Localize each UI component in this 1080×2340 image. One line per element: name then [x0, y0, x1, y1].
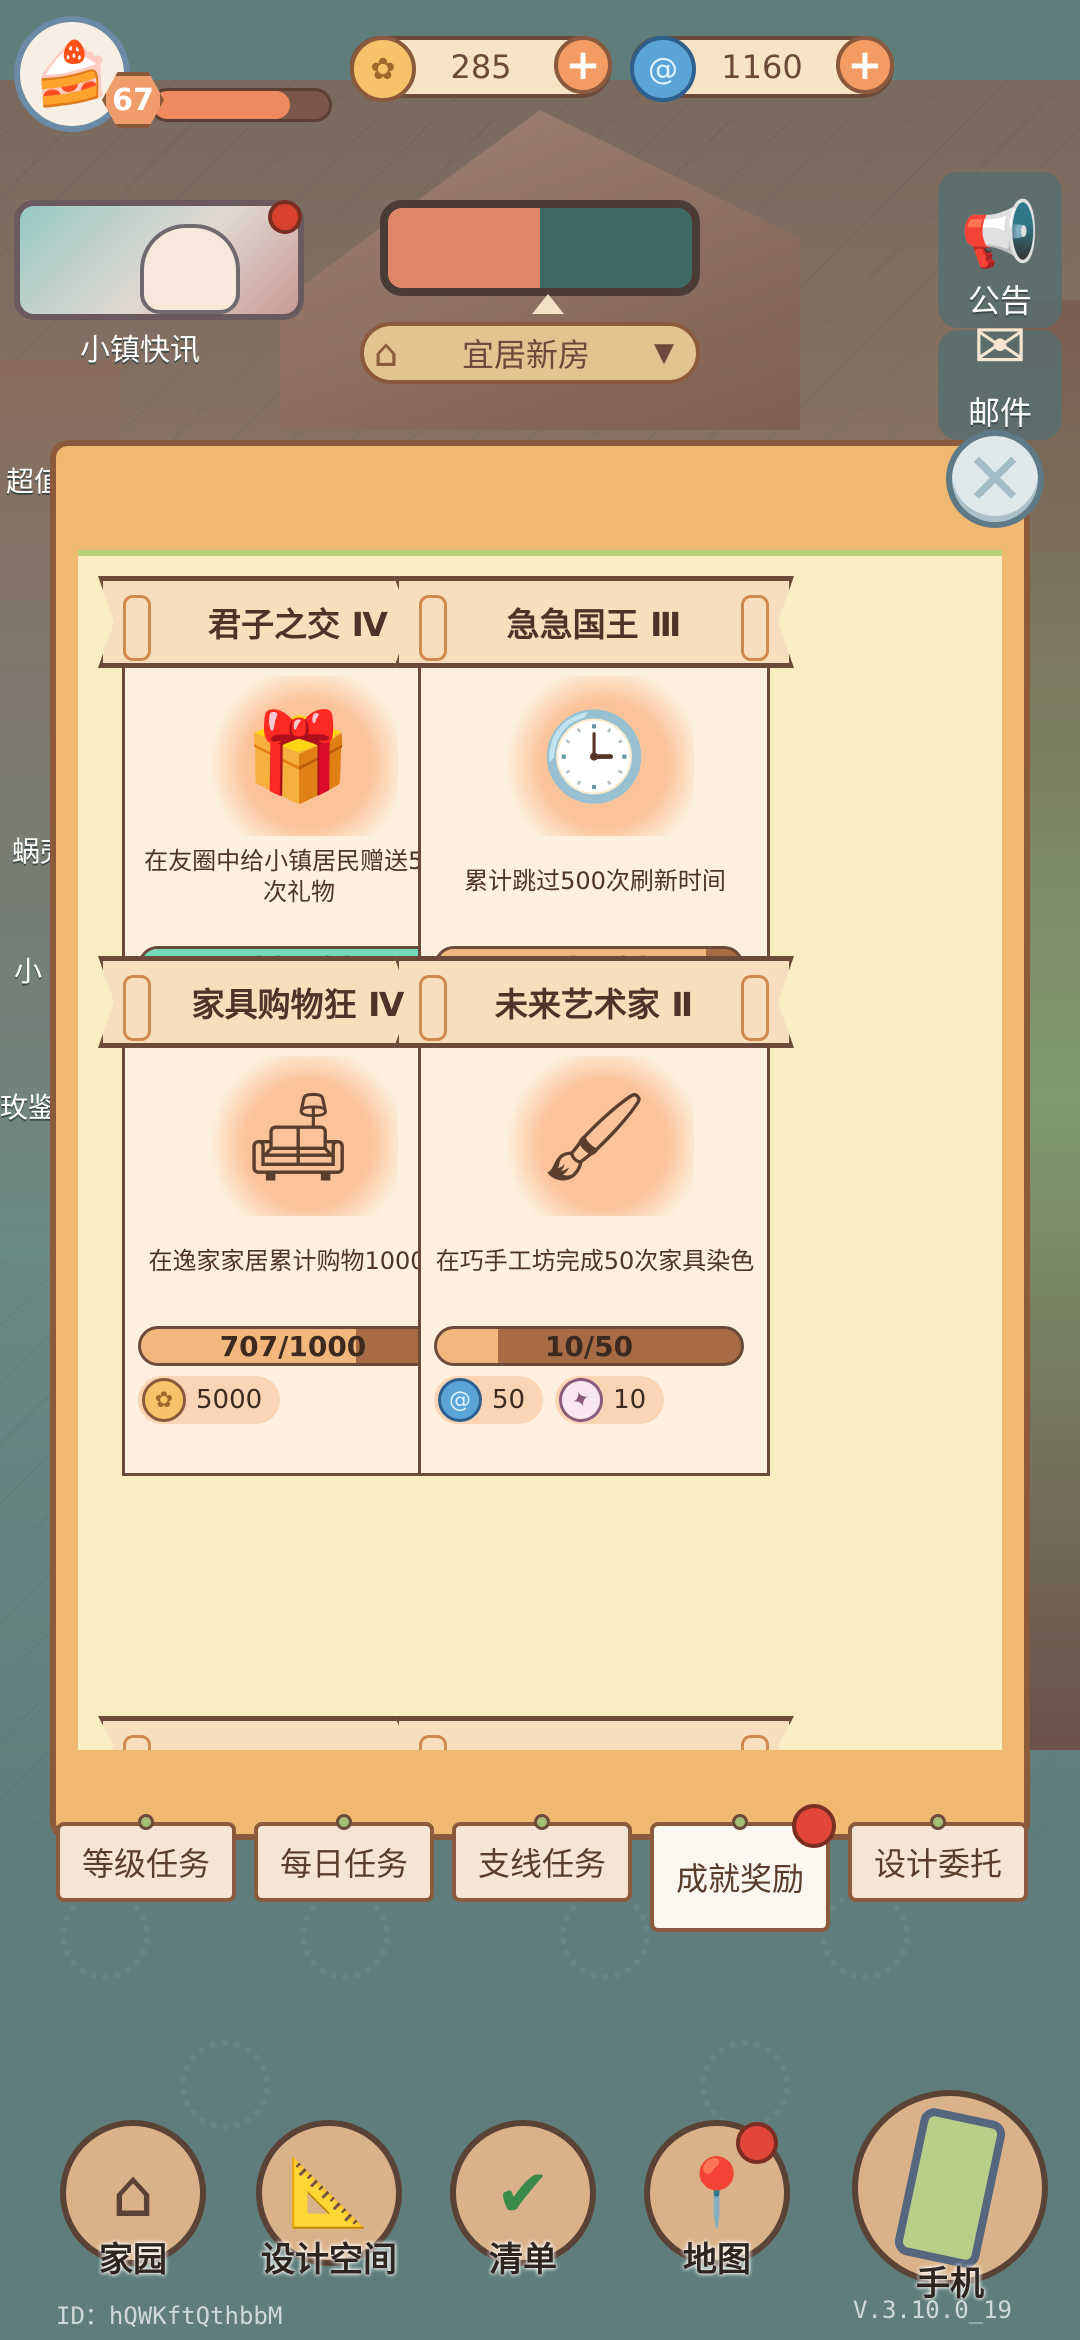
- nav-checklist-label: 清单: [489, 2240, 557, 2280]
- checkmark-icon: ✔: [495, 2154, 551, 2232]
- ruler-icon: 📐: [287, 2154, 371, 2231]
- tab-side-tasks[interactable]: 支线任务: [452, 1814, 632, 1902]
- character-portrait: [140, 224, 240, 314]
- notification-dot: [268, 200, 302, 234]
- spiral-icon: @: [438, 1378, 482, 1422]
- spiral-icon: @: [630, 36, 696, 102]
- gift-icon: 🎁: [244, 706, 352, 807]
- tab-label: 支线任务: [477, 1845, 606, 1883]
- reward-amount: 50: [492, 1385, 526, 1415]
- nav-design-space-label: 设计空间: [261, 2240, 397, 2280]
- tab-label: 每日任务: [279, 1845, 408, 1883]
- close-button[interactable]: ✕: [946, 430, 1044, 528]
- town-news-banner[interactable]: [14, 200, 304, 320]
- card-title: 急急国王 Ⅲ: [394, 576, 794, 668]
- pin-icon: [138, 1814, 154, 1830]
- reward-list: @ 50 ✦ 10: [434, 1371, 665, 1429]
- house-selector-label: 宜居新房: [462, 336, 591, 374]
- clock-icon: 🕒: [540, 706, 648, 807]
- app-version: V.3.10.0_19: [853, 2296, 1012, 2324]
- home-icon: ⌂: [112, 2154, 154, 2232]
- phone-icon: [892, 2105, 1008, 2271]
- chevron-down-icon: ▼: [654, 338, 674, 368]
- reward-list: ✿ 5000: [138, 1376, 281, 1424]
- add-spirals-button[interactable]: +: [836, 36, 894, 94]
- cake-icon: 🍰: [33, 37, 111, 110]
- spiral-counter: @ 1160 +: [630, 36, 894, 102]
- card-description: 在巧手工坊完成50次家具染色: [435, 1247, 755, 1275]
- nav-map-label: 地图: [683, 2240, 751, 2280]
- reward-amount: 10: [613, 1385, 647, 1415]
- close-icon: ✕: [964, 437, 1026, 521]
- pin-icon: [534, 1814, 550, 1830]
- task-tabs: 等级任务 每日任务 支线任务 成就奖励 设计委托: [50, 1804, 1030, 1932]
- megaphone-icon: 📢: [960, 198, 1040, 272]
- sofa-icon: 🛋: [243, 1086, 353, 1187]
- tab-level-tasks[interactable]: 等级任务: [56, 1814, 236, 1902]
- coin-counter: ✿ 285 +: [350, 36, 612, 102]
- left-label-small[interactable]: 小: [14, 950, 42, 990]
- achievement-panel: 君子之交 Ⅳ 🎁 在友圈中给小镇居民赠送500次礼物 500/500 ✿ 300…: [50, 440, 1030, 1840]
- mail-button[interactable]: ✉ 邮件: [938, 310, 1062, 440]
- card-title: 未来艺术家 Ⅱ: [394, 956, 794, 1048]
- card-description: 累计跳过500次刷新时间: [464, 867, 726, 895]
- house-selector[interactable]: ⌂ 宜居新房 ▼: [360, 322, 700, 384]
- day-night-toggle[interactable]: [380, 200, 700, 314]
- tab-label: 设计委托: [873, 1845, 1002, 1883]
- reward-coin: ✿ 5000: [138, 1376, 281, 1424]
- add-coins-button[interactable]: +: [554, 36, 612, 94]
- achievement-card-partial: [394, 1716, 794, 1750]
- tab-achievement-rewards[interactable]: 成就奖励: [650, 1804, 836, 1932]
- player-id: ID：hQWKftQthbbM: [56, 2302, 283, 2330]
- mail-icon: ✉: [973, 310, 1027, 384]
- reward-amount: 5000: [196, 1385, 263, 1415]
- reward-ticket: ✦ 10: [552, 1371, 665, 1429]
- mail-label: 邮件: [967, 394, 1032, 432]
- level-progress-bar: [150, 88, 332, 122]
- news-label: 小镇快讯: [80, 333, 200, 368]
- paint-brush-icon: 🖌: [539, 1086, 649, 1187]
- progress-text: 10/50: [544, 1329, 634, 1363]
- ticket-icon: ✦: [552, 1371, 610, 1429]
- pin-icon: [930, 1814, 946, 1830]
- achievement-list[interactable]: 君子之交 Ⅳ 🎁 在友圈中给小镇居民赠送500次礼物 500/500 ✿ 300…: [78, 550, 1002, 1750]
- notification-dot: [792, 1804, 836, 1848]
- notification-dot: [736, 2122, 778, 2164]
- card-title-partial: [394, 1716, 794, 1750]
- achievement-progress-bar: 10/50: [434, 1326, 744, 1366]
- coin-icon: ✿: [350, 36, 416, 102]
- nav-home-label: 家园: [99, 2240, 167, 2280]
- house-icon: ⌂: [374, 331, 399, 375]
- notice-button[interactable]: 📢 公告: [938, 172, 1062, 328]
- pointer-icon: [532, 294, 564, 314]
- tab-label: 成就奖励: [675, 1860, 804, 1898]
- pin-icon: [336, 1814, 352, 1830]
- left-label-rose[interactable]: 玫鉴: [0, 1086, 56, 1126]
- tab-daily-tasks[interactable]: 每日任务: [254, 1814, 434, 1902]
- reward-spiral: @ 50: [434, 1376, 544, 1424]
- pin-icon: [732, 1814, 748, 1830]
- tab-design-commission[interactable]: 设计委托: [848, 1814, 1028, 1902]
- tab-label: 等级任务: [81, 1845, 210, 1883]
- achievement-card: 未来艺术家 Ⅱ 🖌 在巧手工坊完成50次家具染色 10/50 @ 50 ✦ 10: [394, 956, 794, 1476]
- coin-icon: ✿: [142, 1378, 186, 1422]
- map-pin-icon: 📍: [675, 2154, 759, 2231]
